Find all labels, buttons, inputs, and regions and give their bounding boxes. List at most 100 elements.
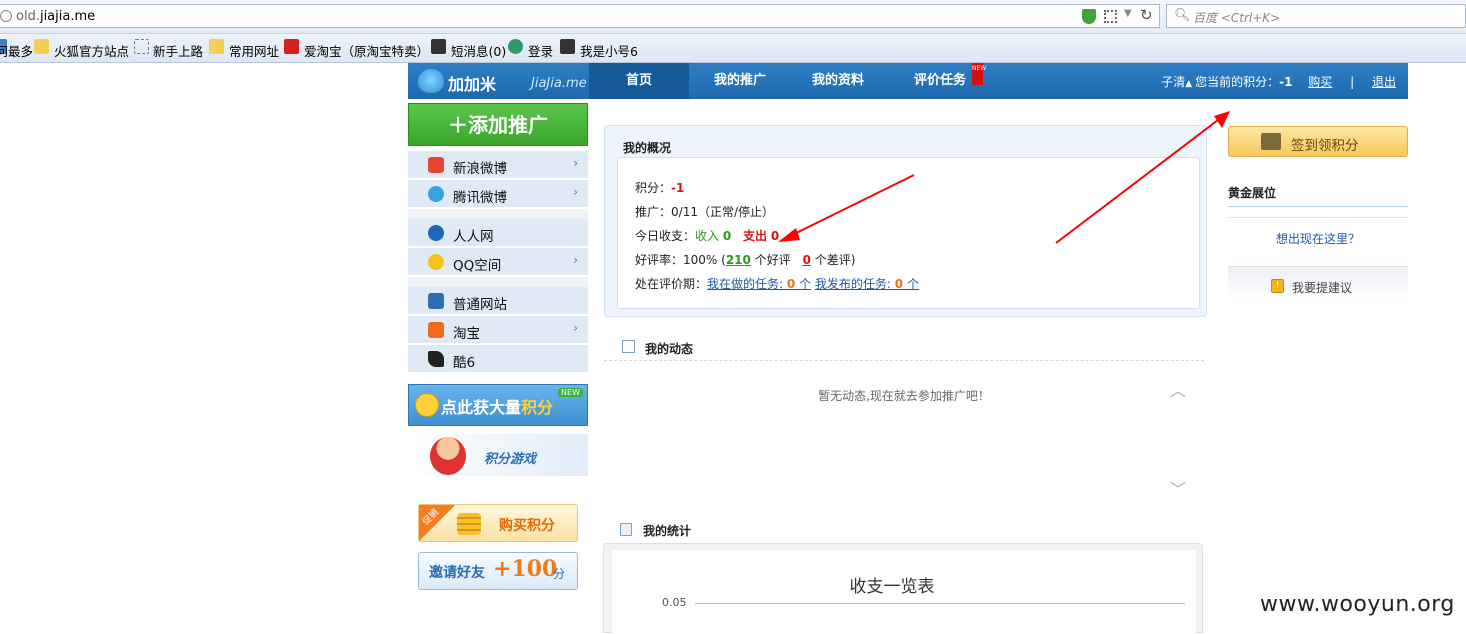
- published-tasks-link[interactable]: 我发布的任务: 0 个: [815, 277, 919, 291]
- buy-points-button[interactable]: 促销 购买积分: [418, 504, 578, 542]
- bookmark-most-visited[interactable]: 访问最多: [0, 41, 33, 60]
- chevron-right-icon: ›: [573, 321, 578, 335]
- coins-icon: [457, 513, 481, 535]
- divider: |: [1350, 75, 1355, 89]
- chevron-right-icon: ›: [573, 185, 578, 199]
- chevron-right-icon: ›: [573, 156, 578, 170]
- checkin-button[interactable]: 签到领积分: [1228, 126, 1408, 157]
- stats-chart: 收支一览表 0.05: [612, 550, 1196, 634]
- new-badge: NEW: [558, 388, 583, 397]
- nav-home[interactable]: 首页: [589, 63, 689, 99]
- stats-chart-panel: 收支一览表 0.05: [603, 543, 1203, 634]
- expense-value: 0: [770, 229, 780, 243]
- qzone-star-icon: [428, 254, 444, 270]
- bad-count-link[interactable]: 0: [803, 253, 811, 267]
- sidebar-item-taobao[interactable]: 淘宝 ›: [408, 316, 588, 344]
- shield-icon[interactable]: [1082, 9, 1096, 24]
- website-icon: [428, 293, 444, 309]
- search-input[interactable]: 🔍︎ 百度 <Ctrl+K>: [1166, 4, 1466, 28]
- user-area: 子清▲ 您当前的积分：-1 购买 | 退出: [1161, 73, 1396, 90]
- logo-text[interactable]: 加加米: [448, 71, 496, 95]
- earn-points-banner[interactable]: 点此获大量积分 NEW: [408, 384, 588, 426]
- logo-face-icon: [418, 69, 444, 93]
- site-header: 加加米 JiaJia.me 首页 我的推广 我的资料 评价任务 NEW 子清▲ …: [408, 63, 1408, 99]
- bookmark-firefox-site[interactable]: 火狐官方站点: [54, 41, 129, 60]
- sidebar-item-label: 腾讯微博: [453, 190, 507, 206]
- chart-gridline: [695, 603, 1185, 604]
- rating-row: 好评率：100% (210 个好评 0 个差评): [635, 253, 856, 267]
- exclamation-icon: !: [1271, 279, 1284, 293]
- golden-slot-link[interactable]: 想出现在这里？: [1228, 230, 1408, 247]
- sidebar-item-label: 酷6: [453, 355, 476, 371]
- folder-icon: [209, 39, 224, 54]
- sidebar: ＋添加推广 新浪微博 › 腾讯微博 › 人人网 QQ空间 › 普通网站 淘宝 ›…: [408, 99, 588, 633]
- chevron-up-icon[interactable]: ︿: [1170, 377, 1188, 400]
- suggestion-label: 我要提建议: [1292, 281, 1353, 295]
- stats-book-icon: [620, 523, 632, 536]
- stats-header: 我的统计: [604, 516, 1204, 542]
- nav-my-promotions[interactable]: 我的推广: [700, 63, 780, 99]
- bookmark-ai-taobao[interactable]: 爱淘宝（原淘宝特卖）: [304, 41, 429, 60]
- sidebar-item-ku6[interactable]: 酷6: [408, 345, 588, 373]
- invite-friends-button[interactable]: 邀请好友 +100 分: [418, 552, 578, 590]
- bookmark-login[interactable]: 登录: [528, 41, 553, 60]
- sidebar-item-sina-weibo[interactable]: 新浪微博 ›: [408, 151, 588, 179]
- chart-title: 收支一览表: [849, 577, 935, 597]
- promotion-value: 0/11（正常/停止）: [671, 205, 775, 219]
- taobao-icon: [428, 322, 444, 338]
- bookmark-messages[interactable]: 短消息(0): [451, 41, 506, 60]
- sidebar-item-renren[interactable]: 人人网: [408, 219, 588, 247]
- activity-empty-text: 暂无动态,现在就去参加推广吧！: [818, 389, 990, 403]
- promotion-row: 推广：0/11（正常/停止）: [635, 205, 775, 219]
- add-promotion-button[interactable]: ＋添加推广: [408, 103, 588, 146]
- browser-toolbar: old.jiajia.me ▼ ↻ 🔍︎ 百度 <Ctrl+K>: [0, 0, 1466, 34]
- bookmark-alt-account[interactable]: 我是小号6: [580, 41, 638, 60]
- login-icon: [508, 39, 523, 54]
- golden-slot-title: 黄金展位: [1228, 186, 1277, 200]
- overview-panel: 我的概况 积分：-1 推广：0/11（正常/停止） 今日收支：收入 0 支出 0…: [604, 125, 1207, 317]
- chevron-down-icon[interactable]: ﹀: [1170, 476, 1188, 499]
- sidebar-item-label: 人人网: [453, 229, 494, 245]
- points-value: -1: [671, 181, 685, 195]
- chevron-down-icon[interactable]: ▼: [1124, 8, 1132, 19]
- sina-weibo-icon: [428, 157, 444, 173]
- invite-unit: 分: [553, 567, 566, 581]
- suggestion-button[interactable]: ! 我要提建议: [1228, 266, 1408, 304]
- activity-title: 我的动态: [645, 342, 694, 356]
- sidebar-item-label: 新浪微博: [453, 161, 507, 177]
- sidebar-item-label: QQ空间: [453, 258, 502, 274]
- reload-icon[interactable]: ↻: [1140, 6, 1153, 24]
- smile-icon: [415, 393, 439, 417]
- activity-header: 我的动态: [604, 333, 1204, 361]
- sidebar-item-tencent-weibo[interactable]: 腾讯微博 ›: [408, 180, 588, 208]
- logout-link[interactable]: 退出: [1372, 75, 1396, 89]
- user-name[interactable]: 子清: [1161, 75, 1185, 89]
- qr-code-icon[interactable]: [1104, 10, 1117, 23]
- bookmarks-bar: 访问最多 火狐官方站点 新手上路 常用网址 爱淘宝（原淘宝特卖） 短消息(0) …: [0, 34, 1466, 63]
- good-count-link[interactable]: 210: [726, 253, 751, 267]
- nav-my-profile[interactable]: 我的资料: [800, 63, 876, 99]
- bookmark-common-sites[interactable]: 常用网址: [229, 41, 279, 60]
- buy-points-label: 购买积分: [499, 518, 555, 534]
- folder-icon: [34, 39, 49, 54]
- taobao-icon: [284, 39, 299, 54]
- watermark: www.wooyun.org: [1260, 592, 1455, 617]
- points-game-banner[interactable]: 积分游戏: [408, 434, 588, 476]
- today-row: 今日收支：收入 0 支出 0: [635, 229, 780, 243]
- sidebar-item-website[interactable]: 普通网站: [408, 287, 588, 315]
- overview-box: 积分：-1 推广：0/11（正常/停止） 今日收支：收入 0 支出 0 好评率：…: [617, 157, 1200, 309]
- earn-points-text: 点此获大量积分: [441, 398, 554, 417]
- sidebar-item-qzone[interactable]: QQ空间 ›: [408, 248, 588, 276]
- plus-icon: ＋: [448, 113, 468, 137]
- nav-evaluation-tasks[interactable]: 评价任务: [900, 63, 980, 99]
- activity-icon: [622, 340, 635, 353]
- points-game-label: 积分游戏: [484, 452, 537, 467]
- points-row: 积分：-1: [635, 181, 685, 195]
- invite-label: 邀请好友: [429, 565, 485, 581]
- address-bar[interactable]: old.jiajia.me ▼ ↻: [0, 4, 1160, 28]
- bookmark-getting-started[interactable]: 新手上路: [153, 41, 203, 60]
- doing-tasks-link[interactable]: 我在做的任务: 0 个: [707, 277, 811, 291]
- tencent-weibo-icon: [428, 186, 444, 202]
- new-badge: NEW: [972, 63, 986, 85]
- buy-link[interactable]: 购买: [1308, 75, 1332, 89]
